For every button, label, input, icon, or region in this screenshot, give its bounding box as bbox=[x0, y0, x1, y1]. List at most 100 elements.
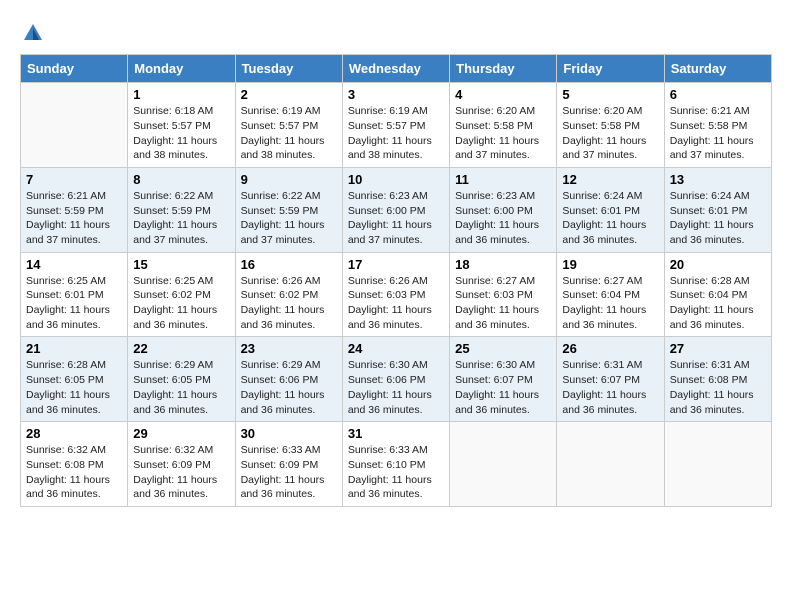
calendar-cell: 5Sunrise: 6:20 AMSunset: 5:58 PMDaylight… bbox=[557, 83, 664, 168]
weekday-header: Wednesday bbox=[342, 55, 449, 83]
day-info: Sunrise: 6:19 AMSunset: 5:57 PMDaylight:… bbox=[348, 104, 444, 163]
calendar-cell: 26 Sunrise: 6:31 AMSunset: 6:07 PMDayligh… bbox=[557, 337, 664, 422]
day-number: 20 bbox=[670, 257, 766, 272]
day-info: Sunrise: 6:26 AMSunset: 6:03 PMDaylight:… bbox=[348, 274, 444, 333]
day-info: Sunrise: 6:23 AMSunset: 6:00 PMDaylight:… bbox=[455, 189, 551, 248]
calendar-cell: 27Sunrise: 6:31 AMSunset: 6:08 PMDayligh… bbox=[664, 337, 771, 422]
calendar-cell: 30 Sunrise: 6:33 AMSunset: 6:09 PMDayligh… bbox=[235, 422, 342, 507]
calendar-cell: 18 Sunrise: 6:27 AMSunset: 6:03 PMDayligh… bbox=[450, 252, 557, 337]
day-number: 18 bbox=[455, 257, 551, 272]
day-number: 25 bbox=[455, 341, 551, 356]
day-info: Sunrise: 6:21 AMSunset: 5:58 PMDaylight:… bbox=[670, 104, 766, 163]
day-info: Sunrise: 6:24 AMSunset: 6:01 PMDaylight:… bbox=[562, 189, 658, 248]
calendar-cell: 4 Sunrise: 6:20 AMSunset: 5:58 PMDaylight… bbox=[450, 83, 557, 168]
calendar-week-row: 7 Sunrise: 6:21 AMSunset: 5:59 PMDaylight… bbox=[21, 167, 772, 252]
day-info: Sunrise: 6:20 AMSunset: 5:58 PMDaylight:… bbox=[455, 104, 551, 163]
weekday-header: Thursday bbox=[450, 55, 557, 83]
calendar-cell: 28Sunrise: 6:32 AMSunset: 6:08 PMDayligh… bbox=[21, 422, 128, 507]
logo bbox=[20, 20, 46, 44]
calendar-cell bbox=[557, 422, 664, 507]
day-info: Sunrise: 6:30 AMSunset: 6:06 PMDaylight:… bbox=[348, 358, 444, 417]
day-info: Sunrise: 6:33 AMSunset: 6:09 PMDaylight:… bbox=[241, 443, 337, 502]
day-info: Sunrise: 6:32 AMSunset: 6:09 PMDaylight:… bbox=[133, 443, 229, 502]
day-info: Sunrise: 6:23 AMSunset: 6:00 PMDaylight:… bbox=[348, 189, 444, 248]
day-info: Sunrise: 6:25 AMSunset: 6:02 PMDaylight:… bbox=[133, 274, 229, 333]
day-number: 17 bbox=[348, 257, 444, 272]
day-info: Sunrise: 6:19 AMSunset: 5:57 PMDaylight:… bbox=[241, 104, 337, 163]
day-info: Sunrise: 6:22 AMSunset: 5:59 PMDaylight:… bbox=[133, 189, 229, 248]
calendar-cell: 23 Sunrise: 6:29 AMSunset: 6:06 PMDayligh… bbox=[235, 337, 342, 422]
day-info: Sunrise: 6:28 AMSunset: 6:04 PMDaylight:… bbox=[670, 274, 766, 333]
calendar-cell: 16 Sunrise: 6:26 AMSunset: 6:02 PMDayligh… bbox=[235, 252, 342, 337]
calendar-cell: 14 Sunrise: 6:25 AMSunset: 6:01 PMDayligh… bbox=[21, 252, 128, 337]
day-number: 3 bbox=[348, 87, 444, 102]
day-number: 22 bbox=[133, 341, 229, 356]
logo-icon bbox=[22, 22, 44, 44]
weekday-header: Tuesday bbox=[235, 55, 342, 83]
day-number: 23 bbox=[241, 341, 337, 356]
day-info: Sunrise: 6:29 AMSunset: 6:06 PMDaylight:… bbox=[241, 358, 337, 417]
calendar-cell: 31Sunrise: 6:33 AMSunset: 6:10 PMDayligh… bbox=[342, 422, 449, 507]
calendar-cell: 8 Sunrise: 6:22 AMSunset: 5:59 PMDaylight… bbox=[128, 167, 235, 252]
page-header bbox=[20, 20, 772, 44]
weekday-header: Monday bbox=[128, 55, 235, 83]
calendar-cell: 2Sunrise: 6:19 AMSunset: 5:57 PMDaylight… bbox=[235, 83, 342, 168]
day-info: Sunrise: 6:27 AMSunset: 6:04 PMDaylight:… bbox=[562, 274, 658, 333]
calendar-cell bbox=[664, 422, 771, 507]
day-number: 9 bbox=[241, 172, 337, 187]
calendar-header-row: SundayMondayTuesdayWednesdayThursdayFrid… bbox=[21, 55, 772, 83]
calendar-cell: 10Sunrise: 6:23 AMSunset: 6:00 PMDayligh… bbox=[342, 167, 449, 252]
calendar-cell: 17 Sunrise: 6:26 AMSunset: 6:03 PMDayligh… bbox=[342, 252, 449, 337]
calendar-cell: 9 Sunrise: 6:22 AMSunset: 5:59 PMDaylight… bbox=[235, 167, 342, 252]
calendar-cell bbox=[450, 422, 557, 507]
day-info: Sunrise: 6:32 AMSunset: 6:08 PMDaylight:… bbox=[26, 443, 122, 502]
day-number: 11 bbox=[455, 172, 551, 187]
day-info: Sunrise: 6:25 AMSunset: 6:01 PMDaylight:… bbox=[26, 274, 122, 333]
calendar-week-row: 28Sunrise: 6:32 AMSunset: 6:08 PMDayligh… bbox=[21, 422, 772, 507]
day-number: 29 bbox=[133, 426, 229, 441]
day-info: Sunrise: 6:29 AMSunset: 6:05 PMDaylight:… bbox=[133, 358, 229, 417]
day-number: 24 bbox=[348, 341, 444, 356]
calendar-cell: 19 Sunrise: 6:27 AMSunset: 6:04 PMDayligh… bbox=[557, 252, 664, 337]
day-number: 8 bbox=[133, 172, 229, 187]
calendar-cell: 3 Sunrise: 6:19 AMSunset: 5:57 PMDaylight… bbox=[342, 83, 449, 168]
day-number: 26 bbox=[562, 341, 658, 356]
day-number: 4 bbox=[455, 87, 551, 102]
day-number: 1 bbox=[133, 87, 229, 102]
weekday-header: Sunday bbox=[21, 55, 128, 83]
day-number: 15 bbox=[133, 257, 229, 272]
calendar-cell: 25Sunrise: 6:30 AMSunset: 6:07 PMDayligh… bbox=[450, 337, 557, 422]
day-number: 16 bbox=[241, 257, 337, 272]
calendar-cell: 11 Sunrise: 6:23 AMSunset: 6:00 PMDayligh… bbox=[450, 167, 557, 252]
day-number: 12 bbox=[562, 172, 658, 187]
calendar-cell: 7 Sunrise: 6:21 AMSunset: 5:59 PMDaylight… bbox=[21, 167, 128, 252]
calendar-cell: 21Sunrise: 6:28 AMSunset: 6:05 PMDayligh… bbox=[21, 337, 128, 422]
calendar-cell: 24 Sunrise: 6:30 AMSunset: 6:06 PMDayligh… bbox=[342, 337, 449, 422]
calendar-cell: 1 Sunrise: 6:18 AMSunset: 5:57 PMDaylight… bbox=[128, 83, 235, 168]
day-number: 27 bbox=[670, 341, 766, 356]
day-number: 14 bbox=[26, 257, 122, 272]
calendar-cell: 6 Sunrise: 6:21 AMSunset: 5:58 PMDaylight… bbox=[664, 83, 771, 168]
day-number: 19 bbox=[562, 257, 658, 272]
day-info: Sunrise: 6:20 AMSunset: 5:58 PMDaylight:… bbox=[562, 104, 658, 163]
day-info: Sunrise: 6:21 AMSunset: 5:59 PMDaylight:… bbox=[26, 189, 122, 248]
calendar-cell: 22 Sunrise: 6:29 AMSunset: 6:05 PMDayligh… bbox=[128, 337, 235, 422]
day-info: Sunrise: 6:18 AMSunset: 5:57 PMDaylight:… bbox=[133, 104, 229, 163]
day-number: 31 bbox=[348, 426, 444, 441]
day-number: 13 bbox=[670, 172, 766, 187]
day-number: 6 bbox=[670, 87, 766, 102]
day-info: Sunrise: 6:24 AMSunset: 6:01 PMDaylight:… bbox=[670, 189, 766, 248]
calendar-cell: 13 Sunrise: 6:24 AMSunset: 6:01 PMDayligh… bbox=[664, 167, 771, 252]
day-info: Sunrise: 6:27 AMSunset: 6:03 PMDaylight:… bbox=[455, 274, 551, 333]
day-number: 30 bbox=[241, 426, 337, 441]
day-info: Sunrise: 6:28 AMSunset: 6:05 PMDaylight:… bbox=[26, 358, 122, 417]
calendar-cell: 20 Sunrise: 6:28 AMSunset: 6:04 PMDayligh… bbox=[664, 252, 771, 337]
day-number: 7 bbox=[26, 172, 122, 187]
calendar-cell: 15 Sunrise: 6:25 AMSunset: 6:02 PMDayligh… bbox=[128, 252, 235, 337]
day-info: Sunrise: 6:22 AMSunset: 5:59 PMDaylight:… bbox=[241, 189, 337, 248]
weekday-header: Friday bbox=[557, 55, 664, 83]
day-info: Sunrise: 6:31 AMSunset: 6:07 PMDaylight:… bbox=[562, 358, 658, 417]
calendar-cell: 12 Sunrise: 6:24 AMSunset: 6:01 PMDayligh… bbox=[557, 167, 664, 252]
day-info: Sunrise: 6:26 AMSunset: 6:02 PMDaylight:… bbox=[241, 274, 337, 333]
calendar-table: SundayMondayTuesdayWednesdayThursdayFrid… bbox=[20, 54, 772, 507]
